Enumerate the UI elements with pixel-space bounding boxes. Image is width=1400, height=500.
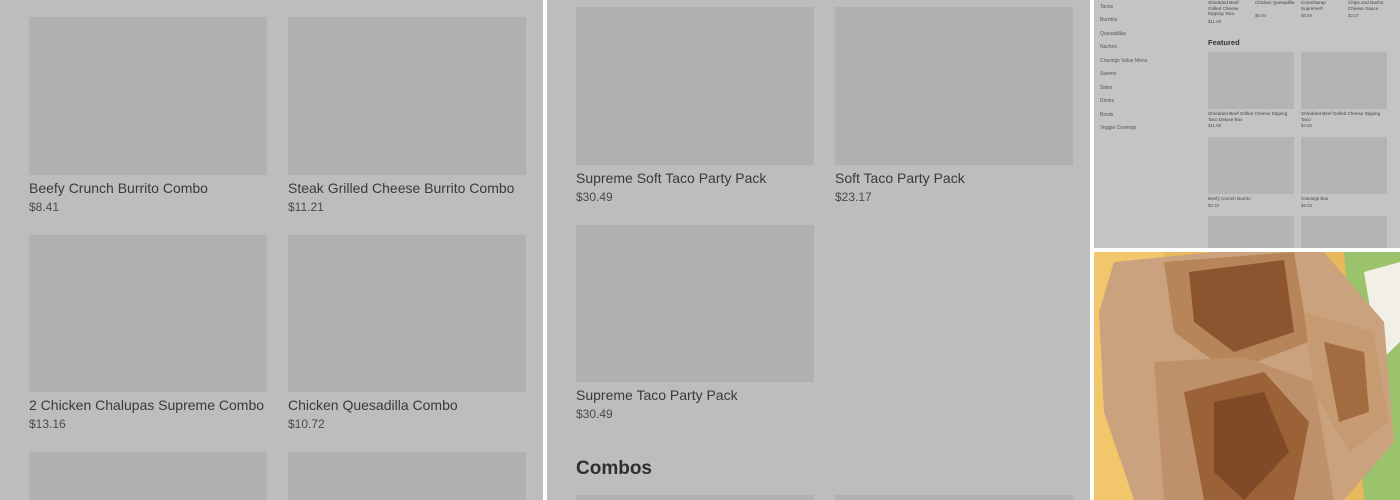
featured-item-image[interactable]: [1208, 216, 1294, 248]
menu-item-image[interactable]: [835, 495, 1073, 500]
nav-item-sweets[interactable]: Sweets: [1100, 71, 1116, 77]
menu-item-price: $13.16: [29, 417, 66, 431]
menu-item-name[interactable]: Steak Grilled Cheese Burrito Combo: [288, 180, 514, 196]
menu-item-image[interactable]: [576, 7, 814, 165]
menu-item-image[interactable]: [29, 235, 267, 392]
mini-item-price: $6.59: [1301, 13, 1312, 18]
menu-item-image[interactable]: [835, 7, 1073, 165]
mini-item-name[interactable]: Chips and Nacho Cheese Sauce: [1348, 0, 1392, 11]
featured-item-image[interactable]: [1208, 52, 1294, 109]
featured-item-price: $6.03: [1301, 203, 1312, 208]
featured-heading: Featured: [1208, 38, 1240, 47]
menu-item-name[interactable]: Soft Taco Party Pack: [835, 170, 965, 186]
combos-panel: Beefy Crunch Burrito Combo $8.41 Steak G…: [0, 0, 543, 500]
featured-item-image[interactable]: [1301, 216, 1387, 248]
nav-item-sides[interactable]: Sides: [1100, 85, 1113, 91]
menu-item-name[interactable]: Chicken Quesadilla Combo: [288, 397, 458, 413]
nav-item-veggie-cravings[interactable]: Veggie Cravings: [1100, 125, 1136, 131]
food-photo: [1094, 252, 1400, 500]
mini-item-price: $6.94: [1255, 13, 1266, 18]
featured-item-image[interactable]: [1301, 52, 1387, 109]
menu-item-price: $30.49: [576, 407, 613, 421]
mini-item-name[interactable]: Shredded Beef Grilled Cheese Dipping Tac…: [1208, 0, 1252, 17]
nav-item-quesadillas[interactable]: Quesadillas: [1100, 31, 1126, 37]
mini-item-price: $11.59: [1208, 19, 1222, 24]
crunchwrap-photo-image: [1094, 252, 1400, 500]
nav-item-nachos[interactable]: Nachos: [1100, 44, 1117, 50]
mini-item-price: $2.07: [1348, 13, 1359, 18]
section-heading-combos: Combos: [576, 458, 652, 479]
menu-item-price: $8.41: [29, 200, 60, 214]
featured-item-image[interactable]: [1208, 137, 1294, 194]
menu-item-image[interactable]: [29, 17, 267, 175]
menu-item-price: $30.49: [576, 190, 613, 204]
featured-item-price: $3.33: [1208, 203, 1219, 208]
featured-item-image[interactable]: [1301, 137, 1387, 194]
menu-item-image[interactable]: [288, 17, 526, 175]
menu-item-image[interactable]: [288, 452, 526, 500]
nav-item-tacos[interactable]: Tacos: [1100, 4, 1113, 10]
mini-menu-panel: Tacos Burritos Quesadillas Nachos Cravin…: [1094, 0, 1400, 248]
menu-item-image[interactable]: [29, 452, 267, 500]
mini-item-name[interactable]: Crunchwrap Supreme®: [1301, 0, 1343, 11]
mini-item-name[interactable]: Chicken Quesadilla: [1255, 0, 1297, 6]
nav-item-drinks[interactable]: Drinks: [1100, 98, 1114, 104]
party-packs-panel: Supreme Soft Taco Party Pack $30.49 Soft…: [547, 0, 1090, 500]
menu-item-image[interactable]: [576, 225, 814, 382]
featured-item-price: $4.50: [1301, 123, 1312, 128]
menu-item-price: $11.21: [288, 200, 324, 214]
featured-item-name[interactable]: Beefy Crunch Burrito: [1208, 196, 1294, 202]
featured-item-name[interactable]: Shredded Beef Grilled Cheese Dipping Tac…: [1301, 111, 1387, 122]
menu-item-price: $23.17: [835, 190, 872, 204]
nav-item-bowls[interactable]: Bowls: [1100, 112, 1113, 118]
menu-item-name[interactable]: Supreme Soft Taco Party Pack: [576, 170, 766, 186]
menu-item-name[interactable]: 2 Chicken Chalupas Supreme Combo: [29, 397, 264, 413]
menu-item-image[interactable]: [288, 235, 526, 392]
menu-item-price: $10.72: [288, 417, 325, 431]
menu-item-image[interactable]: [576, 495, 814, 500]
menu-item-name[interactable]: Supreme Taco Party Pack: [576, 387, 738, 403]
nav-item-cravings-value-menu[interactable]: Cravings Value Menu: [1100, 58, 1147, 64]
menu-item-name[interactable]: Beefy Crunch Burrito Combo: [29, 180, 208, 196]
nav-item-burritos[interactable]: Burritos: [1100, 17, 1117, 23]
featured-item-name[interactable]: Shredded Beef Grilled Cheese Dipping Tac…: [1208, 111, 1294, 122]
featured-item-name[interactable]: Cravings Box: [1301, 196, 1387, 202]
featured-item-price: $11.59: [1208, 123, 1222, 128]
